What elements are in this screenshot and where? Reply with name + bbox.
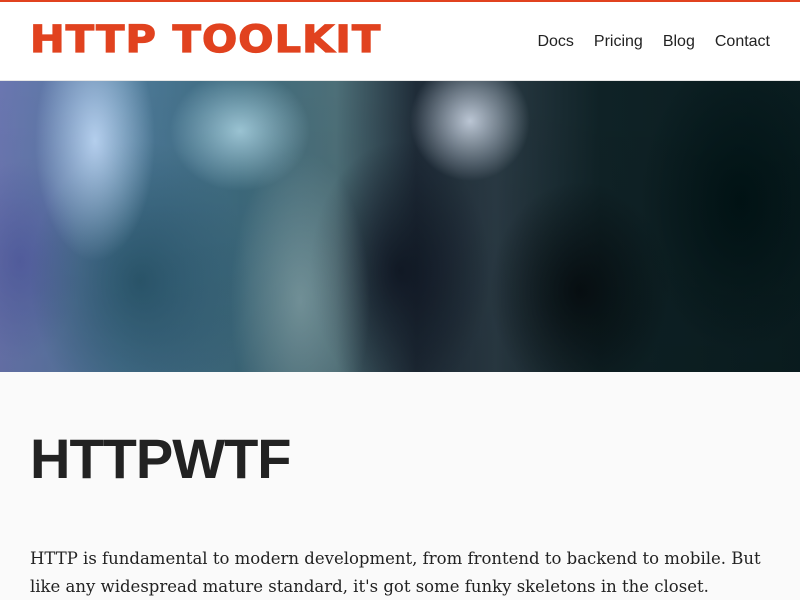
intro-paragraph: HTTP is fundamental to modern developmen… xyxy=(30,549,761,596)
main-nav: Docs Pricing Blog Contact xyxy=(537,32,770,52)
nav-link-contact[interactable]: Contact xyxy=(715,32,770,52)
site-logo[interactable]: HTTP TOOLKIT xyxy=(29,17,381,63)
nav-link-blog[interactable]: Blog xyxy=(663,32,695,52)
nav-link-docs[interactable]: Docs xyxy=(537,32,573,52)
hero-overlay xyxy=(0,81,800,372)
hero-image xyxy=(0,81,800,372)
nav-link-pricing[interactable]: Pricing xyxy=(594,32,643,52)
page-title: HTTPWTF xyxy=(30,427,291,490)
site-header: HTTP TOOLKIT Docs Pricing Blog Contact xyxy=(0,2,800,81)
